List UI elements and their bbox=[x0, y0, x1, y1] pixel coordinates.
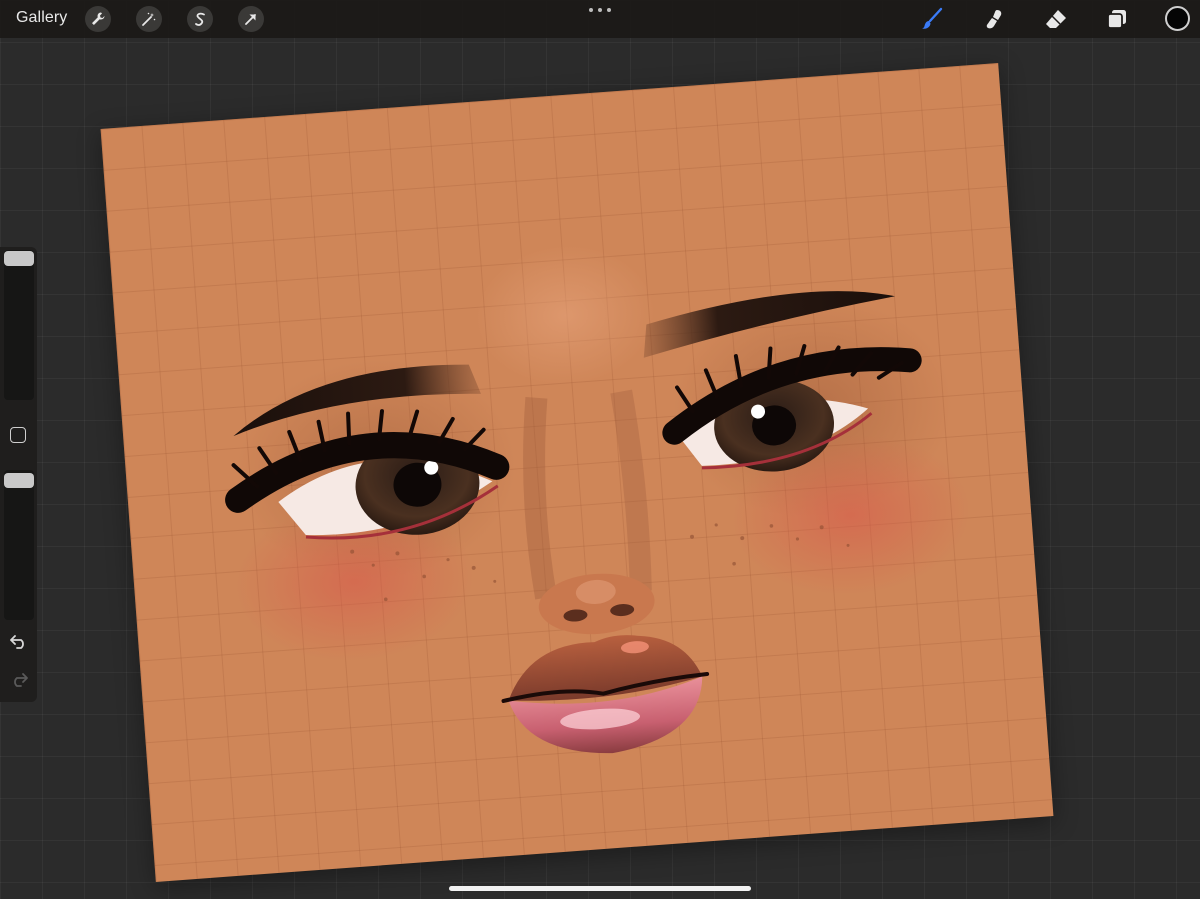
brush-size-slider[interactable] bbox=[4, 250, 34, 400]
smudge-icon bbox=[986, 10, 1002, 29]
face-artwork bbox=[225, 245, 971, 754]
left-sidebar bbox=[0, 247, 37, 702]
transform-arrow-icon bbox=[245, 14, 256, 25]
brush-icon bbox=[922, 7, 943, 29]
more-options-dots[interactable] bbox=[589, 8, 611, 14]
lips bbox=[501, 635, 710, 754]
actions-button[interactable] bbox=[85, 6, 111, 32]
opacity-slider[interactable] bbox=[4, 470, 34, 620]
wrench-icon bbox=[92, 12, 105, 25]
home-indicator bbox=[449, 886, 751, 891]
gallery-button[interactable]: Gallery bbox=[16, 9, 67, 27]
selection-icon bbox=[195, 12, 205, 26]
redo-icon[interactable] bbox=[9, 670, 29, 688]
selection-button[interactable] bbox=[187, 6, 213, 32]
top-toolbar: Gallery bbox=[0, 0, 1200, 38]
color-picker-button[interactable] bbox=[1165, 6, 1190, 31]
undo-icon[interactable] bbox=[9, 632, 29, 650]
layers-button[interactable] bbox=[1103, 5, 1131, 33]
eraser-tool-button[interactable] bbox=[1042, 5, 1070, 33]
brush-size-slider-handle[interactable] bbox=[4, 251, 34, 266]
dot-icon bbox=[598, 8, 602, 12]
eraser-icon bbox=[1046, 10, 1066, 28]
layers-icon bbox=[1107, 10, 1126, 29]
dot-icon bbox=[607, 8, 611, 12]
smudge-tool-button[interactable] bbox=[980, 5, 1008, 33]
brush-tool-button[interactable] bbox=[918, 5, 946, 33]
adjustments-button[interactable] bbox=[136, 6, 162, 32]
magic-wand-icon bbox=[142, 12, 156, 26]
modify-button[interactable] bbox=[10, 427, 26, 443]
opacity-slider-handle[interactable] bbox=[4, 473, 34, 488]
dot-icon bbox=[589, 8, 593, 12]
drawing-canvas[interactable] bbox=[100, 63, 1054, 882]
transform-button[interactable] bbox=[238, 6, 264, 32]
